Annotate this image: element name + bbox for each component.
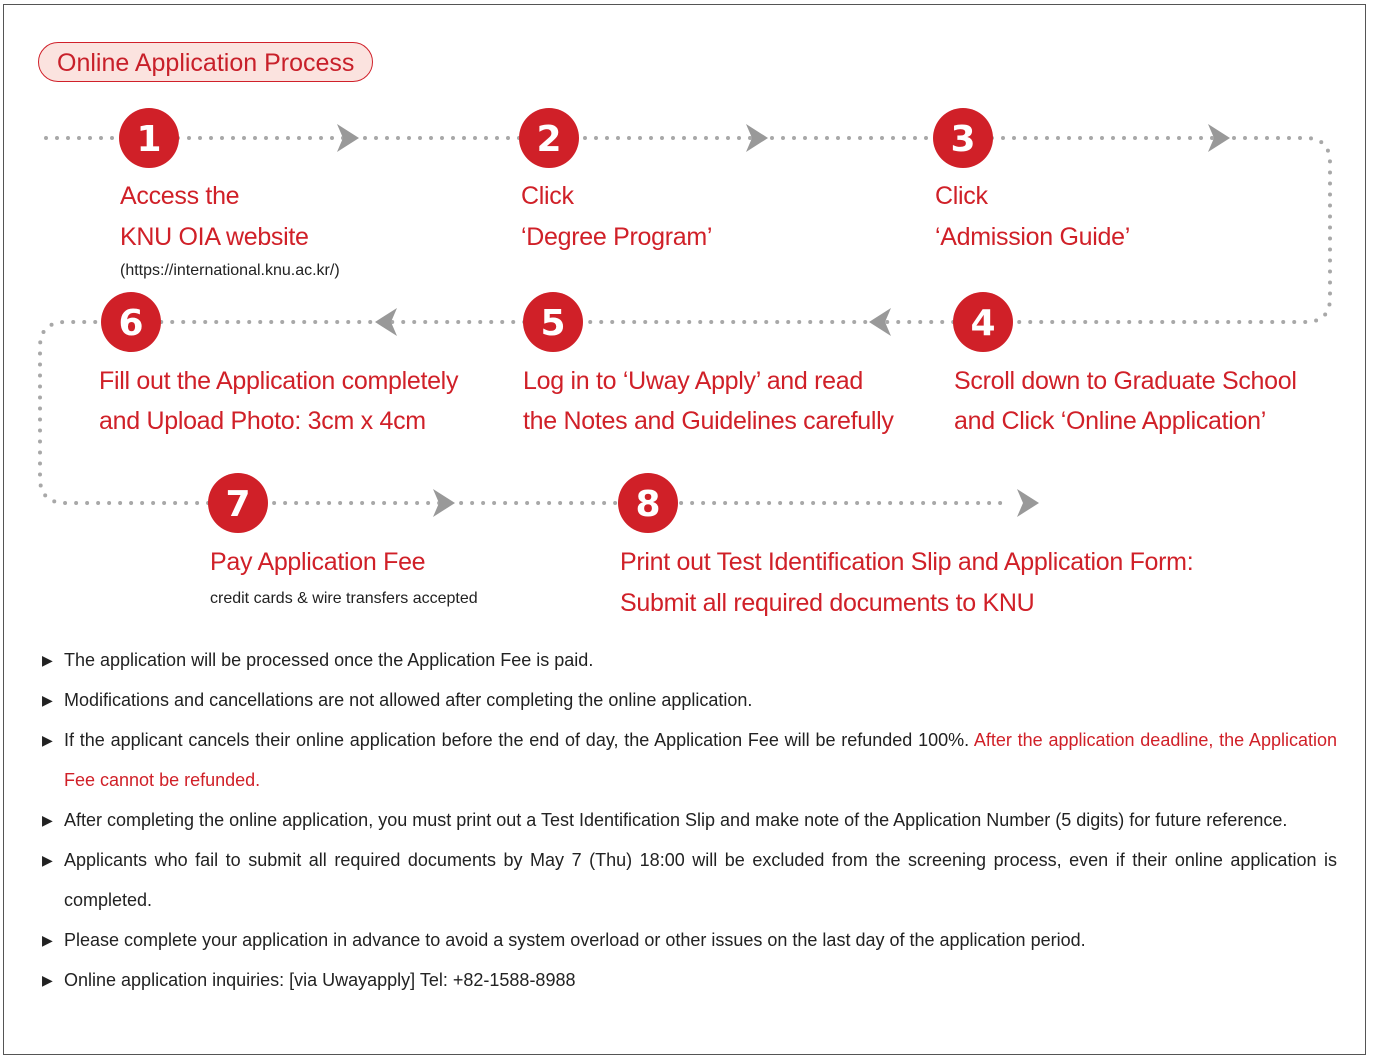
step-6-badge: 6: [101, 292, 161, 352]
step-4-line1: Scroll down to Graduate School: [954, 367, 1297, 395]
note-item: ▶ Applicants who fail to submit all requi…: [42, 840, 1337, 920]
note-text: If the applicant cancels their online ap…: [64, 730, 974, 750]
step-8-badge: 8: [618, 473, 678, 533]
step-1-number: 1: [136, 119, 161, 160]
step-5-badge: 5: [523, 292, 583, 352]
arrow-right-icon: [1017, 489, 1039, 517]
step-8-number: 8: [635, 484, 660, 525]
step-5-line1: Log in to ‘Uway Apply’ and read: [523, 367, 863, 395]
note-item: ▶ Modifications and cancellations are not…: [42, 680, 1337, 720]
right-triangle-icon: ▶: [42, 692, 53, 708]
note-text: The application will be processed once t…: [64, 650, 594, 670]
right-triangle-icon: ▶: [42, 652, 53, 668]
step-1-line2: KNU OIA website: [120, 223, 309, 251]
right-triangle-icon: ▶: [42, 812, 53, 828]
step-3-line1: Click: [935, 182, 988, 210]
step-5-line2: the Notes and Guidelines carefully: [523, 407, 894, 435]
arrow-right-icon: [337, 124, 359, 152]
right-triangle-icon: ▶: [42, 732, 53, 748]
step-6-line1: Fill out the Application completely: [99, 367, 459, 395]
right-triangle-icon: ▶: [42, 932, 53, 948]
note-text: Applicants who fail to submit all requir…: [64, 850, 1337, 910]
step-3-line2: ‘Admission Guide’: [935, 223, 1130, 251]
note-item: ▶ If the applicant cancels their online a…: [42, 720, 1337, 800]
notes-list: ▶ The application will be processed once …: [42, 640, 1337, 1000]
step-2-badge: 2: [519, 108, 579, 168]
step-5-number: 5: [540, 303, 565, 344]
note-text: Modifications and cancellations are not …: [64, 690, 753, 710]
step-2-number: 2: [536, 119, 561, 160]
note-item: ▶ Online application inquiries: [via Uway…: [42, 960, 1337, 1000]
step-7-number: 7: [225, 484, 250, 525]
step-6-number: 6: [118, 303, 143, 344]
note-text: Please complete your application in adva…: [64, 930, 1086, 950]
step-8-line2: Submit all required documents to KNU: [620, 589, 1035, 617]
step-1-badge: 1: [119, 108, 179, 168]
note-item: ▶ The application will be processed once …: [42, 640, 1337, 680]
step-7-badge: 7: [208, 473, 268, 533]
step-1-url: (https://international.knu.ac.kr/): [120, 262, 340, 279]
step-7-sub: credit cards & wire transfers accepted: [210, 590, 478, 607]
step-4-badge: 4: [953, 292, 1013, 352]
step-4-number: 4: [970, 303, 995, 344]
note-item: ▶ Please complete your application in adv…: [42, 920, 1337, 960]
step-2-line1: Click: [521, 182, 574, 210]
right-triangle-icon: ▶: [42, 852, 53, 868]
note-item: ▶ After completing the online application…: [42, 800, 1337, 840]
right-triangle-icon: ▶: [42, 972, 53, 988]
note-text: After completing the online application,…: [64, 810, 1288, 830]
arrow-right-icon: [433, 489, 455, 517]
step-8-line1: Print out Test Identification Slip and A…: [620, 548, 1194, 576]
step-4-line2: and Click ‘Online Application’: [954, 407, 1267, 435]
note-text: Online application inquiries: [via Uwaya…: [64, 970, 576, 990]
step-7-line1: Pay Application Fee: [210, 548, 426, 576]
step-3-number: 3: [950, 119, 975, 160]
step-3-badge: 3: [933, 108, 993, 168]
step-6-line2: and Upload Photo: 3cm x 4cm: [99, 407, 426, 435]
step-1-line1: Access the: [120, 182, 240, 210]
step-2-line2: ‘Degree Program’: [521, 223, 713, 251]
